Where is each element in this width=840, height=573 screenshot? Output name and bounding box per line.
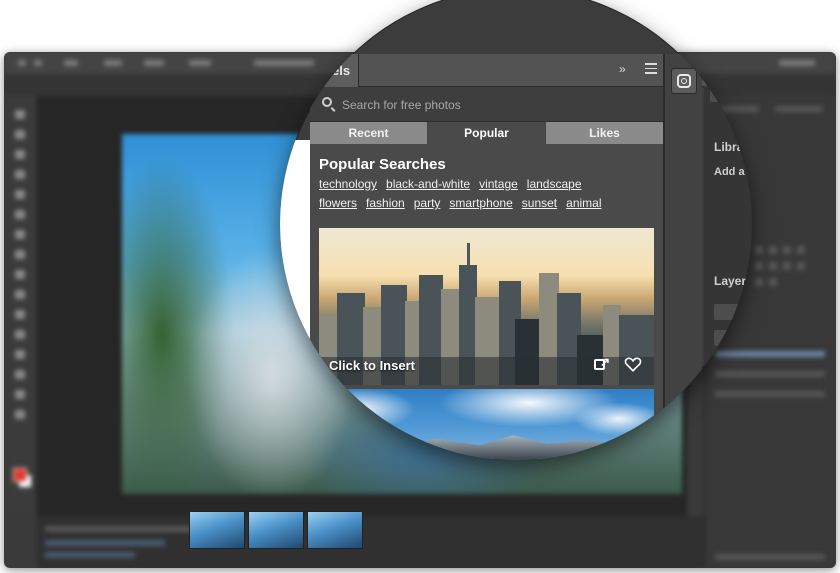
tab-likes[interactable]: Likes (546, 122, 663, 144)
heart-icon[interactable] (624, 355, 642, 373)
search-input[interactable] (340, 94, 644, 116)
tag-link[interactable]: black-and-white (386, 177, 470, 191)
magnifier: els » Libra Add a Layer Recent Popular L… (280, 0, 752, 460)
timeline-thumb[interactable] (248, 511, 304, 549)
instagram-icon[interactable] (671, 68, 697, 94)
tag-link[interactable]: smartphone (449, 196, 512, 210)
popular-tags: technology black-and-white vintage lands… (319, 177, 639, 215)
tag-link[interactable]: flowers (319, 196, 357, 210)
tag-link[interactable]: technology (319, 177, 377, 191)
tab-recent[interactable]: Recent (310, 122, 428, 144)
collapse-icon[interactable]: » (619, 62, 626, 76)
panel-side-strip (665, 54, 702, 460)
timeline-thumbnails (37, 511, 836, 568)
photo-card-city[interactable]: Click to Insert ↗ (319, 228, 654, 385)
external-link-icon[interactable]: ↗ (592, 355, 610, 373)
popular-searches-heading: Popular Searches (319, 156, 446, 173)
search-icon (322, 97, 332, 107)
search-bar (310, 87, 663, 122)
tag-link[interactable]: animal (566, 196, 601, 210)
canvas-edge (280, 140, 310, 460)
timeline-thumb[interactable] (307, 511, 363, 549)
click-to-insert-label: Click to Insert (329, 358, 415, 373)
layers-heading: Layer (714, 274, 747, 288)
tag-link[interactable]: fashion (366, 196, 405, 210)
tag-link[interactable]: vintage (479, 177, 518, 191)
panel-tab-label: els (332, 63, 351, 78)
foreground-color-swatch (13, 468, 27, 482)
pexels-panel: Recent Popular Likes Popular Searches te… (310, 87, 663, 460)
tag-link[interactable]: landscape (527, 177, 582, 191)
libraries-panel: Libra Add a Layer (704, 86, 752, 460)
add-label: Add a (714, 166, 745, 178)
tab-bar: Recent Popular Likes (310, 122, 663, 144)
ps-toolbar (4, 96, 37, 516)
photo-card-mountain[interactable] (319, 389, 654, 459)
timeline-thumb[interactable] (189, 511, 245, 549)
tab-popular[interactable]: Popular (428, 122, 546, 144)
tag-link[interactable]: sunset (522, 196, 557, 210)
tag-link[interactable]: party (414, 196, 441, 210)
libraries-heading: Libra (714, 140, 744, 154)
menu-icon[interactable] (645, 63, 657, 75)
